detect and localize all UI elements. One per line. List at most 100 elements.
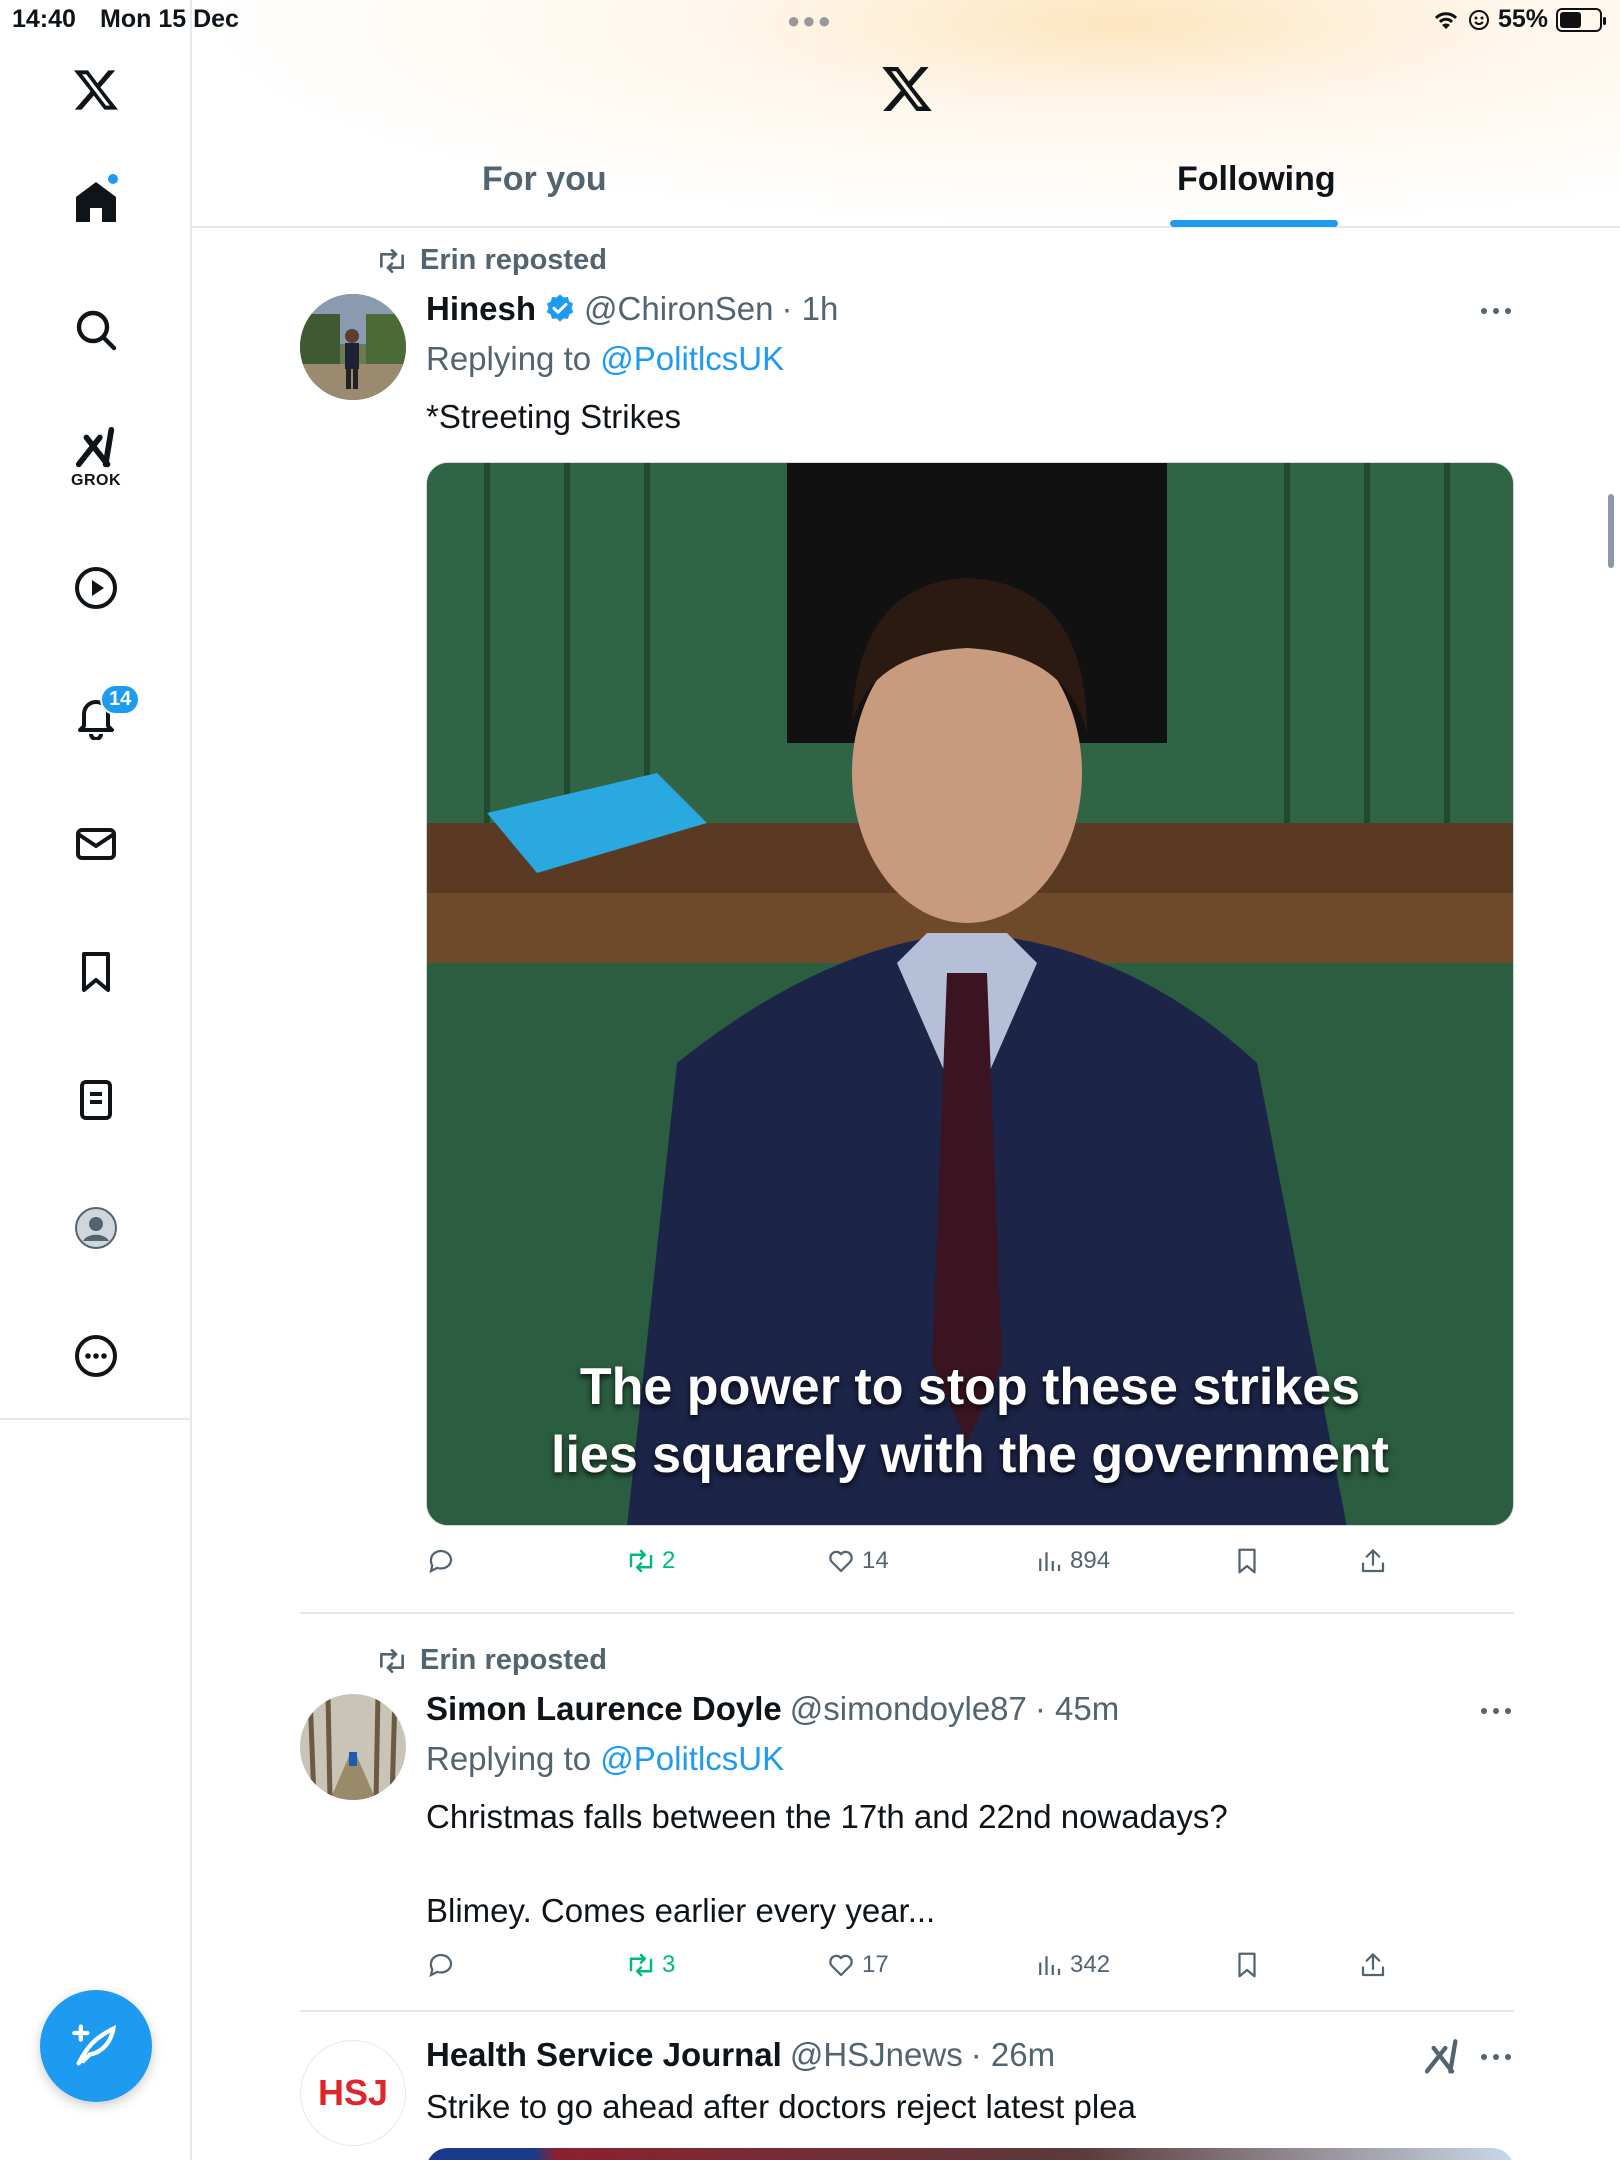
avatar[interactable] [300,294,406,400]
reply-button[interactable] [426,1950,456,1980]
active-tab-indicator [1170,220,1338,227]
tweet-time[interactable]: · 1h [781,290,838,328]
author-name[interactable]: Simon Laurence Doyle [426,1690,782,1728]
repost-count: 3 [662,1951,676,1978]
author-handle[interactable]: @HSJnews [790,2036,963,2074]
tweet-image-preview[interactable] [426,2148,1514,2160]
bookmark-icon [1238,1952,1256,1978]
repost-icon [380,248,404,273]
replying-prefix: Replying to [426,1740,592,1777]
more-icon [75,1335,117,1377]
tab-for-you[interactable]: For you [482,160,607,199]
author-name[interactable]: Hinesh [426,290,536,328]
tweet-actions: 2 14 894 [426,1546,1514,1586]
like-count: 14 [862,1547,889,1574]
repost-indicator: Erin reposted [376,1644,607,1677]
repost-by-label: Erin reposted [420,1644,607,1676]
repost-button[interactable]: 2 [626,1546,675,1576]
replying-to-link[interactable]: @PolitlcsUK [600,1740,784,1777]
like-button[interactable]: 14 [826,1546,889,1576]
sidebar-item-search[interactable] [56,290,136,370]
x-logo-icon [74,70,118,110]
sidebar-item-profile[interactable] [56,1188,136,1268]
tweet-text: *Streeting Strikes [426,398,681,435]
avatar[interactable] [300,1694,406,1800]
repost-indicator: Erin reposted [376,244,607,277]
messages-envelope-icon [76,828,116,860]
video-caption-line-1: The power to stop these strikes [579,1358,1361,1416]
grok-label: GROK [71,472,121,489]
grok-icon[interactable] [1422,2038,1462,2078]
sidebar-item-notifications[interactable]: 14 [56,676,141,756]
views-button[interactable]: 894 [1034,1546,1110,1576]
author-handle[interactable]: @ChironSen [584,290,773,328]
compose-feather-icon [72,2024,117,2066]
status-time: 14:40 [12,5,76,33]
bookmarks-icon [82,952,110,992]
sidebar-nav: GROK 14 [0,0,192,2160]
focus-mode-icon [1468,9,1489,30]
tab-following[interactable]: Following [1177,160,1336,199]
tweet-header: Simon Laurence Doyle @simondoyle87 · 45m [426,1690,1119,1728]
sidebar-item-x-logo[interactable] [56,50,136,130]
views-bar-icon [1039,1956,1061,1975]
like-button[interactable]: 17 [826,1950,889,1980]
battery-percent: 55% [1497,5,1548,33]
verified-badge-icon [546,294,574,322]
views-bar-icon [1039,1552,1061,1571]
tweet-header: Health Service Journal @HSJnews · 26m [426,2036,1055,2074]
more-options-icon[interactable] [1478,305,1514,317]
bookmark-button[interactable] [1232,1950,1262,1980]
reply-button[interactable] [426,1546,456,1576]
sidebar-item-lists[interactable] [56,1060,136,1140]
sidebar-divider [0,1418,192,1420]
like-count: 17 [862,1951,889,1978]
sidebar-item-videos[interactable] [56,548,136,628]
more-options-icon[interactable] [1478,2051,1514,2063]
avatar[interactable]: HSJ [300,2040,406,2146]
sidebar-item-bookmarks[interactable] [56,932,136,1012]
replying-to-link[interactable]: @PolitlcsUK [600,340,784,377]
notifications-badge: 14 [100,684,141,715]
reply-icon [429,1953,453,1978]
share-button[interactable] [1358,1950,1388,1980]
sidebar-item-home[interactable] [56,162,136,242]
hsj-avatar-logo: HSJ [317,2072,389,2113]
author-handle[interactable]: @simondoyle87 [790,1690,1027,1728]
sidebar-item-messages[interactable] [56,804,136,884]
repost-icon [380,1648,404,1673]
lists-icon [80,1080,112,1120]
like-heart-icon [829,1550,853,1573]
tweet-actions: 3 17 342 [426,1950,1514,1990]
tweet-time[interactable]: · 26m [971,2036,1055,2074]
status-date: Mon 15 Dec [100,5,239,33]
x-logo-icon[interactable] [880,62,934,116]
status-bar: 14:40 Mon 15 Dec ●●● 55% [0,0,1620,40]
tweet-text-line-1: Christmas falls between the 17th and 22n… [426,1798,1228,1835]
video-caption-line-2: lies squarely with the government [551,1426,1389,1484]
tweet-divider [300,2010,1514,2012]
share-upload-icon [1361,1953,1385,1977]
multitasking-dots-icon[interactable]: ●●● [787,8,833,34]
compose-button[interactable] [40,1990,152,2102]
reply-icon [429,1549,453,1574]
repost-button[interactable]: 3 [626,1950,675,1980]
repost-icon [629,1953,653,1977]
share-upload-icon [1361,1549,1385,1573]
sidebar-item-grok[interactable]: GROK [56,418,136,498]
tweet-time[interactable]: · 45m [1035,1690,1119,1728]
views-button[interactable]: 342 [1034,1950,1110,1980]
sidebar-item-more[interactable] [56,1316,136,1396]
replying-prefix: Replying to [426,340,592,377]
tweet-divider [300,1612,1514,1614]
video-caption: The power to stop these strikes lies squ… [427,1353,1513,1489]
more-options-icon[interactable] [1478,1705,1514,1717]
author-name[interactable]: Health Service Journal [426,2036,782,2074]
views-count: 894 [1070,1547,1111,1574]
scrollbar[interactable] [1608,494,1614,568]
bookmark-icon [1238,1548,1256,1574]
tweet-video[interactable]: The power to stop these strikes lies squ… [426,462,1514,1526]
bookmark-button[interactable] [1232,1546,1262,1576]
tweet-text: Strike to go ahead after doctors reject … [426,2088,1136,2125]
share-button[interactable] [1358,1546,1388,1576]
